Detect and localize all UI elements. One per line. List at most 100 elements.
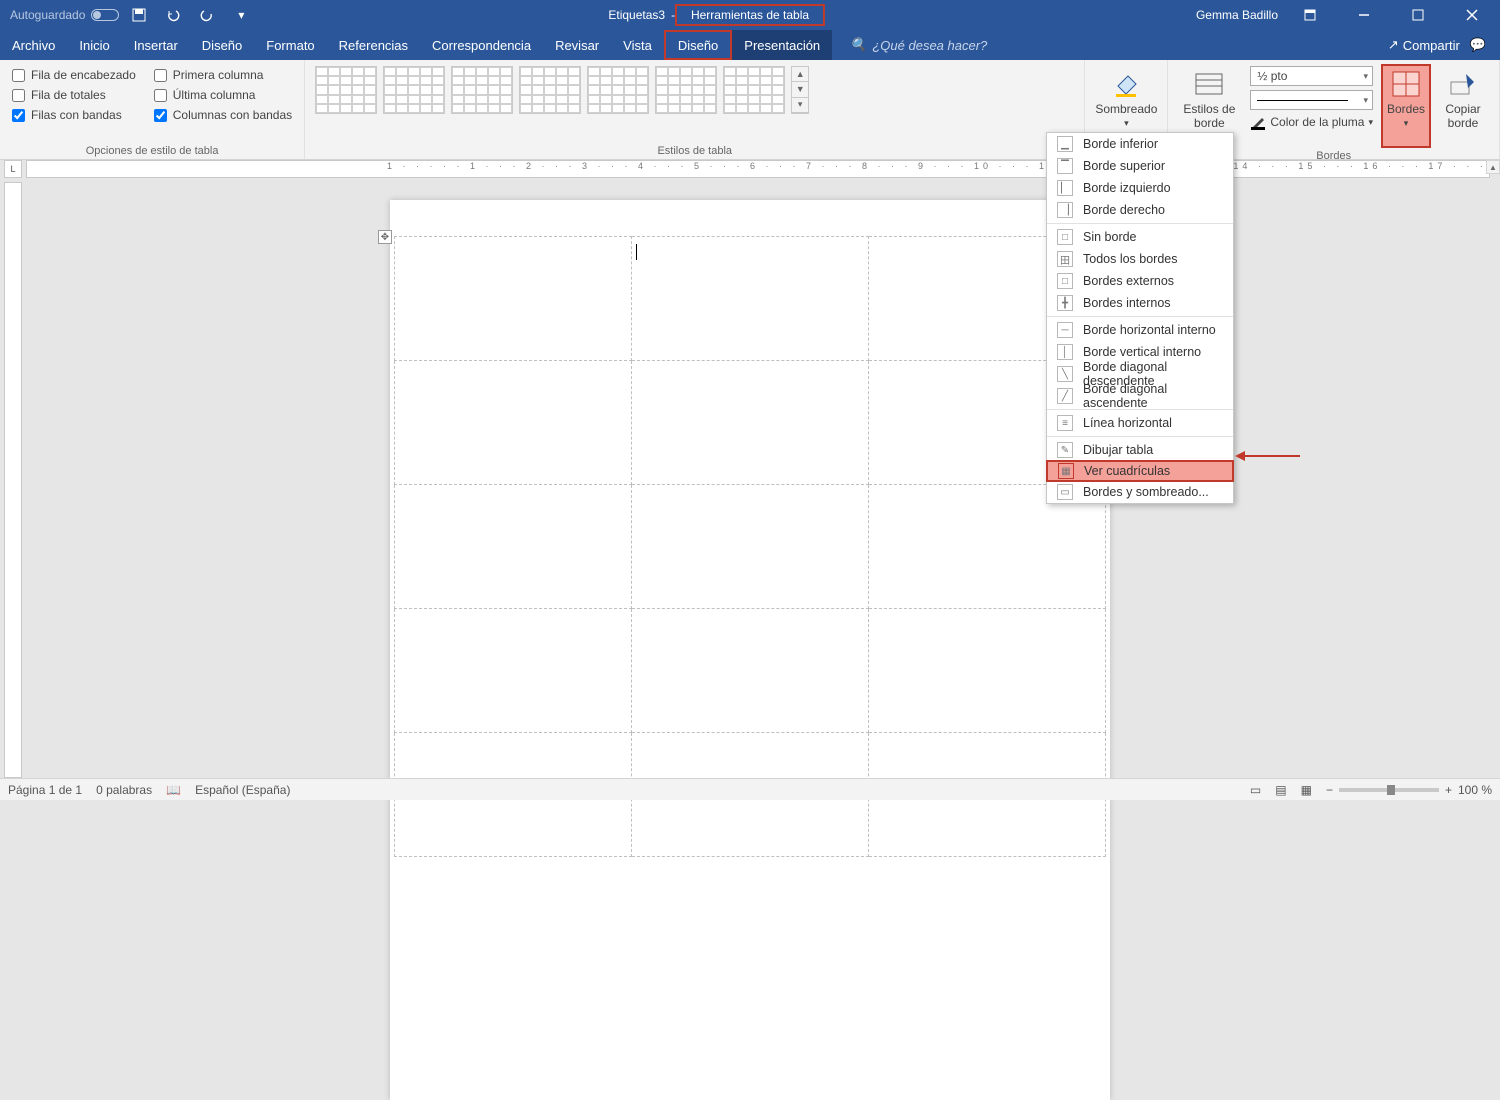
menu-draw-table[interactable]: ✎Dibujar tabla <box>1047 439 1233 461</box>
view-web-icon[interactable]: ▦ <box>1301 783 1312 797</box>
chk-first-column[interactable]: Primera columna <box>154 68 292 82</box>
inside-borders-icon: ╋ <box>1057 295 1073 311</box>
tab-archivo[interactable]: Archivo <box>0 30 67 60</box>
maximize-icon[interactable] <box>1396 0 1440 30</box>
tell-me-search[interactable]: 🔍 ¿Qué desea hacer? <box>832 30 987 60</box>
menu-outside-borders[interactable]: □Bordes externos <box>1047 270 1233 292</box>
menu-border-left[interactable]: ▏Borde izquierdo <box>1047 177 1233 199</box>
close-icon[interactable] <box>1450 0 1494 30</box>
tab-diseno-page[interactable]: Diseño <box>190 30 254 60</box>
outside-borders-icon: □ <box>1057 273 1073 289</box>
document-table[interactable] <box>394 236 1106 857</box>
menu-inside-h-border[interactable]: ─Borde horizontal interno <box>1047 319 1233 341</box>
border-line-style-combo[interactable] <box>1250 90 1373 110</box>
menu-inside-borders[interactable]: ╋Bordes internos <box>1047 292 1233 314</box>
menu-all-borders[interactable]: 田Todos los bordes <box>1047 248 1233 270</box>
zoom-control[interactable]: − + 100 % <box>1326 783 1492 797</box>
zoom-slider[interactable] <box>1339 788 1439 792</box>
borders-icon <box>1390 68 1422 100</box>
menu-border-bottom[interactable]: ▁Borde inferior <box>1047 133 1233 155</box>
tab-correspondencia[interactable]: Correspondencia <box>420 30 543 60</box>
tab-referencias[interactable]: Referencias <box>327 30 420 60</box>
shading-button[interactable]: Sombreado▾ <box>1089 64 1163 133</box>
style-thumb[interactable] <box>519 66 581 114</box>
menu-no-border[interactable]: □Sin borde <box>1047 226 1233 248</box>
tab-inicio[interactable]: Inicio <box>67 30 121 60</box>
style-thumb[interactable] <box>655 66 717 114</box>
chk-last-column[interactable]: Última columna <box>154 88 292 102</box>
autosave-toggle[interactable]: Autoguardado <box>10 8 119 22</box>
qat-customize-icon[interactable]: ▾ <box>233 7 249 23</box>
status-language[interactable]: Español (España) <box>195 783 290 797</box>
tab-presentacion[interactable]: Presentación <box>732 30 832 60</box>
share-button[interactable]: ↗ Compartir <box>1388 37 1460 53</box>
zoom-level[interactable]: 100 % <box>1458 783 1492 797</box>
spellcheck-icon[interactable]: 📖 <box>166 783 181 797</box>
tab-insertar[interactable]: Insertar <box>122 30 190 60</box>
border-left-icon: ▏ <box>1057 180 1073 196</box>
user-name[interactable]: Gemma Badillo <box>1196 8 1278 22</box>
inside-h-border-icon: ─ <box>1057 322 1073 338</box>
redo-icon[interactable] <box>199 7 215 23</box>
border-painter-button[interactable]: Copiar borde <box>1435 64 1491 148</box>
menu-horizontal-line[interactable]: ≡Línea horizontal <box>1047 412 1233 434</box>
style-thumb[interactable] <box>383 66 445 114</box>
table-styles-gallery[interactable]: ▲▼▾ <box>313 64 1076 116</box>
view-read-icon[interactable]: ▭ <box>1250 783 1261 797</box>
horizontal-ruler[interactable]: 1 · · · · · 1 · · · 2 · · · 3 · · · 4 · … <box>26 160 1490 178</box>
callout-arrow-icon <box>1240 455 1300 457</box>
page-icon: ▭ <box>1057 484 1073 500</box>
save-icon[interactable] <box>131 7 147 23</box>
minimize-icon[interactable] <box>1342 0 1386 30</box>
chevron-down-icon: ▼ <box>792 82 808 97</box>
tab-formato[interactable]: Formato <box>254 30 326 60</box>
no-border-icon: □ <box>1057 229 1073 245</box>
border-right-icon: ▕ <box>1057 202 1073 218</box>
tab-revisar[interactable]: Revisar <box>543 30 611 60</box>
style-thumb[interactable] <box>315 66 377 114</box>
chk-banded-columns[interactable]: Columnas con bandas <box>154 108 292 122</box>
scroll-up-icon[interactable]: ▲ <box>1486 160 1500 174</box>
ribbon-tabs: Archivo Inicio Insertar Diseño Formato R… <box>0 30 1500 60</box>
table-move-handle-icon[interactable]: ✥ <box>378 230 392 244</box>
undo-icon[interactable] <box>165 7 181 23</box>
menu-separator <box>1047 436 1233 437</box>
zoom-in-icon[interactable]: + <box>1445 783 1452 797</box>
style-thumb[interactable] <box>723 66 785 114</box>
view-print-icon[interactable]: ▤ <box>1275 783 1286 797</box>
table-row <box>395 609 1106 733</box>
style-thumb[interactable] <box>587 66 649 114</box>
group-table-style-options: Fila de encabezado Fila de totales Filas… <box>0 60 305 159</box>
zoom-out-icon[interactable]: − <box>1326 783 1333 797</box>
menu-diag-up-border[interactable]: ╱Borde diagonal ascendente <box>1047 385 1233 407</box>
search-icon: 🔍 <box>850 37 866 53</box>
status-word-count[interactable]: 0 palabras <box>96 783 152 797</box>
title-bar: Autoguardado ▾ Etiquetas3 - Word Herrami… <box>0 0 1500 30</box>
menu-borders-shading[interactable]: ▭Bordes y sombreado... <box>1047 481 1233 503</box>
pen-color-button[interactable]: Color de la pluma▾ <box>1250 114 1373 130</box>
ribbon-display-icon[interactable] <box>1288 0 1332 30</box>
border-width-combo[interactable]: ½ pto <box>1250 66 1373 86</box>
tab-vista[interactable]: Vista <box>611 30 664 60</box>
comments-icon[interactable]: 💬 <box>1470 37 1486 53</box>
document-page[interactable]: ✥ <box>390 200 1110 1100</box>
menu-view-gridlines[interactable]: ▦Ver cuadrículas <box>1046 460 1234 482</box>
menu-border-top[interactable]: ▔Borde superior <box>1047 155 1233 177</box>
chk-banded-rows[interactable]: Filas con bandas <box>12 108 136 122</box>
borders-button[interactable]: Bordes▾ <box>1381 64 1431 148</box>
menu-border-right[interactable]: ▕Borde derecho <box>1047 199 1233 221</box>
share-icon: ↗ <box>1388 37 1399 53</box>
status-page[interactable]: Página 1 de 1 <box>8 783 82 797</box>
vertical-ruler[interactable] <box>4 182 22 778</box>
gallery-scroll[interactable]: ▲▼▾ <box>791 66 809 114</box>
border-styles-icon <box>1193 68 1225 100</box>
style-thumb[interactable] <box>451 66 513 114</box>
ruler-corner[interactable]: L <box>4 160 22 178</box>
chk-header-row[interactable]: Fila de encabezado <box>12 68 136 82</box>
tab-diseno-table[interactable]: Diseño <box>664 30 732 60</box>
borders-dropdown-menu: ▁Borde inferior ▔Borde superior ▏Borde i… <box>1046 132 1234 504</box>
chk-total-row[interactable]: Fila de totales <box>12 88 136 102</box>
document-name: Etiquetas3 <box>608 8 665 22</box>
table-tools-contextual-tab: Herramientas de tabla <box>675 4 825 26</box>
autosave-label: Autoguardado <box>10 8 85 22</box>
